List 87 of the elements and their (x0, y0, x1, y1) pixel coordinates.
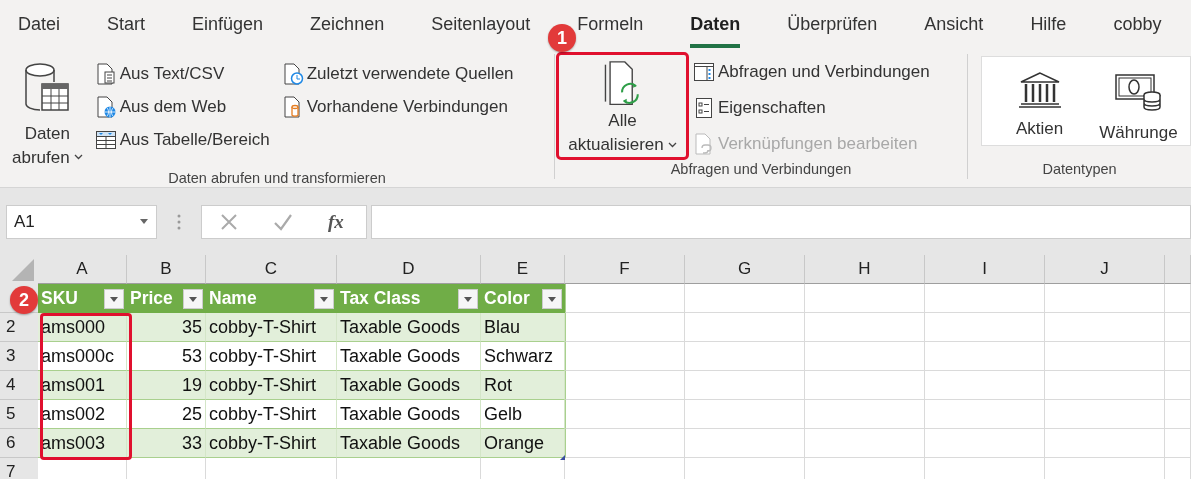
web-document-icon (94, 95, 117, 118)
ribbon-command[interactable]: Aus Tabelle/Bereich (94, 126, 270, 153)
column-header[interactable]: C (206, 255, 337, 284)
table-cell: cobby-T-Shirt (206, 429, 337, 458)
grid-cell (1165, 313, 1191, 342)
formula-input[interactable] (371, 204, 1191, 239)
table-icon (94, 128, 117, 151)
column-header[interactable]: D (337, 255, 481, 284)
table-cell: Rot (481, 371, 565, 400)
table-header-cell: Name (206, 284, 337, 313)
get-data-button[interactable]: Daten abrufen (12, 62, 83, 170)
ribbon-tab[interactable]: Einfügen (192, 0, 264, 48)
column-header[interactable]: H (805, 255, 925, 284)
table-cell: cobby-T-Shirt (206, 313, 337, 342)
chevron-down-icon (667, 142, 677, 148)
column-header[interactable]: B (127, 255, 206, 284)
name-box[interactable]: A1 (6, 204, 157, 239)
row-header[interactable]: 5 (0, 400, 38, 429)
filter-dropdown-icon[interactable] (314, 288, 334, 309)
table-cell: 19 (127, 371, 206, 400)
grid-cell (1165, 342, 1191, 371)
chevron-down-icon (73, 154, 83, 160)
table-cell: Taxable Goods (337, 371, 481, 400)
table-cell: Taxable Goods (337, 429, 481, 458)
ribbon-tab[interactable]: Datei (18, 0, 61, 48)
table-header-cell: Color (481, 284, 565, 313)
column-header[interactable]: J (1045, 255, 1165, 284)
ribbon-tab[interactable]: Seitenlayout (431, 0, 531, 48)
column-header[interactable]: A (38, 255, 127, 284)
table-cell: Blau (481, 313, 565, 342)
table-cell: Orange (481, 429, 565, 458)
row-header[interactable]: 3 (0, 342, 38, 371)
banknote-icon (1114, 71, 1163, 113)
table-cell: 33 (127, 429, 206, 458)
table-cell: 35 (127, 313, 206, 342)
ribbon-tab[interactable]: Überprüfen (787, 0, 878, 48)
table-header-cell: Tax Class (337, 284, 481, 313)
table-header-cell: SKU (38, 284, 127, 313)
ribbon-command[interactable]: Aus Text/CSV (94, 60, 270, 87)
pane-icon (693, 60, 715, 83)
ribbon-command[interactable]: Aus dem Web (94, 93, 270, 120)
data-type-button[interactable]: Aktien (1016, 57, 1064, 145)
grid-cell (1165, 429, 1191, 458)
grid-cell (1165, 284, 1191, 313)
group-label: Abfragen und Verbindungen (669, 161, 853, 179)
dropdown-icon (140, 219, 148, 224)
ribbon-tab[interactable]: Zeichnen (310, 0, 385, 48)
column-header[interactable]: I (925, 255, 1045, 284)
link-document-icon (693, 132, 715, 155)
ribbon-command[interactable]: Abfragen und Verbindungen (693, 58, 930, 85)
column-header[interactable]: G (685, 255, 805, 284)
data-type-button[interactable]: Währunge (1099, 57, 1178, 145)
ribbon-command[interactable]: Eigenschaften (693, 94, 930, 121)
ribbon-command[interactable]: Zuletzt verwendete Quellen (281, 60, 514, 87)
grid-cell (1165, 371, 1191, 400)
column-header[interactable]: E (481, 255, 565, 284)
document-icon (94, 62, 117, 85)
group-label: Daten abrufen und transformieren (167, 170, 387, 187)
ribbon-tab[interactable]: Hilfe (1030, 0, 1067, 48)
grip-icon (177, 213, 181, 230)
table-header-cell: Price (127, 284, 206, 313)
insert-function-button[interactable]: fx (328, 210, 344, 233)
table-cell: cobby-T-Shirt (206, 371, 337, 400)
filter-dropdown-icon[interactable] (183, 288, 203, 309)
ribbon-command[interactable]: Vorhandene Verbindungen (281, 93, 514, 120)
row-header[interactable]: 6 (0, 429, 38, 458)
table-cell: Taxable Goods (337, 313, 481, 342)
filter-dropdown-icon[interactable] (104, 288, 124, 309)
group-label: Datentypen (1041, 161, 1118, 179)
check-icon[interactable] (273, 212, 293, 231)
ribbon-tab[interactable]: Formeln (577, 0, 644, 48)
ribbon-tab[interactable]: Ansicht (924, 0, 984, 48)
table-cell: ams001 (38, 371, 127, 400)
ribbon-tab[interactable]: cobby (1113, 0, 1162, 48)
document-clock-icon (281, 62, 304, 85)
row-header[interactable]: 7 (0, 458, 38, 479)
row-header[interactable]: 4 (0, 371, 38, 400)
refresh-all-button[interactable]: Alle aktualisieren (556, 52, 689, 160)
ribbon-tab[interactable]: Start (107, 0, 146, 48)
filter-dropdown-icon[interactable] (542, 288, 562, 309)
grid-cell (1165, 400, 1191, 429)
filter-dropdown-icon[interactable] (458, 288, 478, 309)
row-header[interactable]: 2 (0, 313, 38, 342)
resize-handle-icon[interactable] (560, 455, 565, 460)
bank-icon (1017, 71, 1062, 109)
column-header[interactable]: F (565, 255, 685, 284)
properties-icon (693, 96, 715, 119)
